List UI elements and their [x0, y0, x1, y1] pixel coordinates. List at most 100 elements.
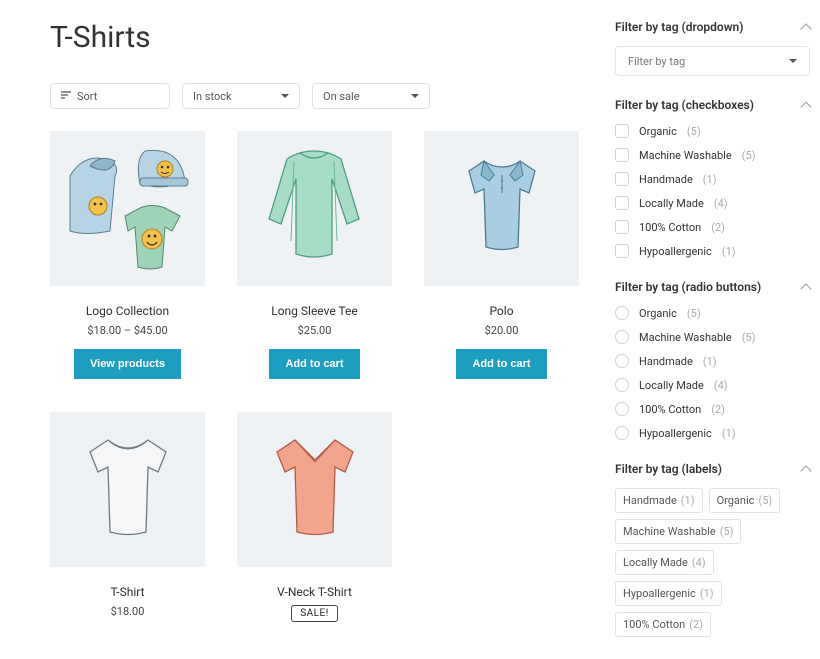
product-image [50, 412, 205, 567]
product-card[interactable]: T-Shirt $18.00 [50, 412, 205, 630]
toolbar: Sort In stock On sale [50, 83, 595, 109]
chevron-down-icon [411, 94, 419, 98]
option-label: Hypoallergenic [639, 427, 712, 440]
widget-title: Filter by tag (checkboxes) [615, 98, 754, 112]
option-count: (5) [687, 125, 701, 138]
widget-header[interactable]: Filter by tag (checkboxes) [615, 98, 810, 112]
product-price: $18.00 – $45.00 [50, 324, 205, 337]
tag-label-count: (5) [720, 525, 734, 538]
dropdown-placeholder: Filter by tag [628, 55, 685, 68]
option-label: Organic [639, 125, 677, 138]
tag-label-text: Handmade [623, 494, 677, 507]
option-label: Locally Made [639, 379, 704, 392]
tag-label-count: (1) [681, 494, 695, 507]
widget-title: Filter by tag (dropdown) [615, 20, 743, 34]
product-card[interactable]: Logo Collection $18.00 – $45.00 View pro… [50, 131, 205, 379]
option-count: (1) [703, 355, 717, 368]
radio-icon [615, 306, 629, 320]
product-card[interactable]: Polo $20.00 Add to cart [424, 131, 579, 379]
checkbox-icon [615, 148, 629, 162]
checkbox-option[interactable]: Locally Made(4) [615, 196, 810, 210]
product-price: $20.00 [424, 324, 579, 337]
chevron-down-icon [789, 59, 797, 63]
product-card[interactable]: Long Sleeve Tee $25.00 Add to cart [237, 131, 392, 379]
filter-tag-labels-widget: Filter by tag (labels) Handmade (1) Organi… [615, 462, 810, 637]
checkbox-option[interactable]: Hypoallergenic (1) [615, 244, 810, 258]
tag-label-text: Hypoallergenic [623, 587, 696, 600]
chevron-up-icon [800, 465, 811, 476]
product-title: Long Sleeve Tee [237, 304, 392, 318]
checkbox-option[interactable]: Handmade (1) [615, 172, 810, 186]
widget-header[interactable]: Filter by tag (dropdown) [615, 20, 810, 34]
sort-button[interactable]: Sort [50, 83, 170, 109]
chevron-up-icon [800, 23, 811, 34]
radio-icon [615, 378, 629, 392]
chevron-down-icon [281, 94, 289, 98]
widget-title: Filter by tag (labels) [615, 462, 722, 476]
tag-label[interactable]: Organic(5) [709, 488, 781, 513]
tag-label[interactable]: Handmade (1) [615, 488, 703, 513]
checkbox-option[interactable]: 100% Cotton(2) [615, 220, 810, 234]
sort-label: Sort [77, 90, 97, 103]
tag-label-count: (2) [689, 618, 703, 631]
radio-option[interactable]: Locally Made (4) [615, 378, 810, 392]
option-count: (4) [714, 197, 728, 210]
sale-badge: SALE! [291, 605, 338, 622]
option-label: Handmade [639, 355, 693, 368]
product-card[interactable]: V-Neck T-Shirt SALE! [237, 412, 392, 630]
option-count: (2) [711, 221, 725, 234]
option-label: 100% Cotton [639, 403, 701, 416]
option-count: (4) [714, 379, 728, 392]
radio-option[interactable]: Hypoallergenic(1) [615, 426, 810, 440]
checkbox-icon [615, 172, 629, 186]
option-label: Machine Washable [639, 331, 732, 344]
radio-option[interactable]: 100% Cotton (2) [615, 402, 810, 416]
widget-header[interactable]: Filter by tag (labels) [615, 462, 810, 476]
stock-label: In stock [193, 90, 232, 103]
option-label: Machine Washable [639, 149, 732, 162]
page-title: T-Shirts [50, 20, 595, 55]
tag-label-text: 100% Cotton [623, 618, 685, 631]
product-title: Logo Collection [50, 304, 205, 318]
tag-label-count: (4) [692, 556, 706, 569]
option-count: (1) [703, 173, 717, 186]
tag-label-text: Machine Washable [623, 525, 716, 538]
chevron-up-icon [800, 283, 811, 294]
option-count: (2) [711, 403, 725, 416]
radio-option[interactable]: Organic(5) [615, 306, 810, 320]
checkbox-icon [615, 124, 629, 138]
tag-label[interactable]: Locally Made(4) [615, 550, 714, 575]
option-count: (1) [722, 245, 736, 258]
radio-option[interactable]: Handmade (1) [615, 354, 810, 368]
sale-label: On sale [323, 90, 360, 103]
radio-icon [615, 426, 629, 440]
checkbox-icon [615, 244, 629, 258]
radio-option[interactable]: Machine Washable (5) [615, 330, 810, 344]
add-to-cart-button[interactable]: Add to cart [269, 349, 359, 379]
stock-select[interactable]: In stock [182, 83, 300, 109]
tag-label[interactable]: Hypoallergenic (1) [615, 581, 722, 606]
radio-icon [615, 354, 629, 368]
tag-label-count: (1) [700, 587, 714, 600]
option-label: Organic [639, 307, 677, 320]
product-price: $18.00 [50, 605, 205, 618]
tag-label[interactable]: 100% Cotton (2) [615, 612, 711, 637]
filter-tag-dropdown-widget: Filter by tag (dropdown) Filter by tag [615, 20, 810, 76]
add-to-cart-button[interactable]: Add to cart [456, 349, 546, 379]
checkbox-icon [615, 196, 629, 210]
tag-label[interactable]: Machine Washable (5) [615, 519, 741, 544]
view-products-button[interactable]: View products [74, 349, 181, 379]
checkbox-option[interactable]: Organic (5) [615, 124, 810, 138]
widget-title: Filter by tag (radio buttons) [615, 280, 761, 294]
product-price: $25.00 [237, 324, 392, 337]
option-count: (5) [742, 331, 756, 344]
option-count: (5) [742, 149, 756, 162]
tag-dropdown[interactable]: Filter by tag [615, 46, 810, 76]
sale-select[interactable]: On sale [312, 83, 430, 109]
option-label: Hypoallergenic [639, 245, 712, 258]
filter-tag-radio-widget: Filter by tag (radio buttons) Organic(5)… [615, 280, 810, 440]
widget-header[interactable]: Filter by tag (radio buttons) [615, 280, 810, 294]
checkbox-option[interactable]: Machine Washable (5) [615, 148, 810, 162]
product-image [237, 131, 392, 286]
option-label: Handmade [639, 173, 693, 186]
